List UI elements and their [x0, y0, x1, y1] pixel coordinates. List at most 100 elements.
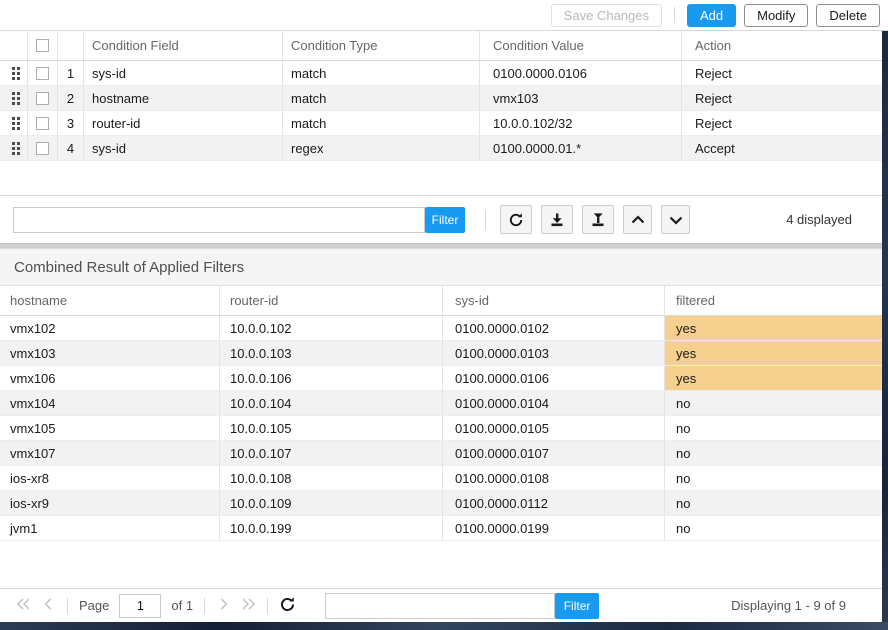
sys-id-cell: 0100.0000.0107 [443, 441, 665, 465]
hostname-cell: ios-xr8 [0, 466, 220, 490]
condition-value-cell: 0100.0000.01.* [480, 136, 682, 160]
page-of-label: of 1 [171, 598, 193, 613]
results-filter-button[interactable]: Filter [555, 593, 599, 619]
hostname-cell: jvm1 [0, 516, 220, 540]
router-id-cell: 10.0.0.199 [220, 516, 443, 540]
drag-dots-icon [12, 67, 15, 70]
table-row[interactable]: vmx102 10.0.0.102 0100.0000.0102 yes [0, 316, 882, 341]
conditions-filter-input[interactable] [13, 207, 425, 233]
drag-handle[interactable] [0, 111, 28, 135]
move-up-button[interactable] [623, 205, 652, 234]
row-checkbox-cell [28, 61, 58, 85]
row-number: 3 [58, 111, 84, 135]
drag-handle[interactable] [0, 136, 28, 160]
row-checkbox-cell [28, 86, 58, 110]
sys-id-cell: 0100.0000.0106 [443, 366, 665, 390]
action-cell: Reject [682, 111, 888, 135]
select-all-checkbox-cell [28, 31, 58, 60]
sys-id-cell: 0100.0000.0112 [443, 491, 665, 515]
action-cell: Reject [682, 86, 888, 110]
top-toolbar: Save Changes Add Modify Delete [0, 0, 888, 30]
router-id-cell: 10.0.0.106 [220, 366, 443, 390]
table-row[interactable]: vmx103 10.0.0.103 0100.0000.0103 yes [0, 341, 882, 366]
column-header-router-id[interactable]: router-id [220, 286, 443, 315]
condition-type-cell: match [283, 61, 480, 85]
add-button[interactable]: Add [687, 4, 736, 27]
first-page-button[interactable] [14, 596, 34, 616]
column-header-condition-type[interactable]: Condition Type [283, 31, 480, 60]
drag-dots-icon [12, 142, 15, 145]
router-id-cell: 10.0.0.102 [220, 316, 443, 340]
prev-page-button[interactable] [38, 596, 58, 616]
condition-field-cell: sys-id [84, 61, 283, 85]
hostname-cell: vmx105 [0, 416, 220, 440]
table-row[interactable]: 2 hostname match vmx103 Reject [0, 86, 888, 111]
hostname-cell: vmx107 [0, 441, 220, 465]
condition-value-cell: vmx103 [480, 86, 682, 110]
pagination-bar: Page of 1 Filter Displaying 1 - 9 of 9 [0, 588, 882, 622]
table-row[interactable]: 1 sys-id match 0100.0000.0106 Reject [0, 61, 888, 86]
router-id-cell: 10.0.0.103 [220, 341, 443, 365]
condition-value-cell: 10.0.0.102/32 [480, 111, 682, 135]
conditions-filter-button[interactable]: Filter [425, 207, 465, 233]
column-header-action[interactable]: Action [682, 31, 888, 60]
table-row[interactable]: 4 sys-id regex 0100.0000.01.* Accept [0, 136, 888, 161]
column-header-condition-value[interactable]: Condition Value [480, 31, 682, 60]
row-checkbox[interactable] [36, 142, 49, 155]
row-checkbox[interactable] [36, 92, 49, 105]
router-id-cell: 10.0.0.104 [220, 391, 443, 415]
modify-button[interactable]: Modify [744, 4, 808, 27]
table-row[interactable]: jvm1 10.0.0.199 0100.0000.0199 no [0, 516, 882, 541]
select-all-checkbox[interactable] [36, 39, 49, 52]
chevron-right-icon [219, 598, 229, 613]
column-header-filtered[interactable]: filtered [665, 286, 882, 315]
column-header-sys-id[interactable]: sys-id [443, 286, 665, 315]
router-id-cell: 10.0.0.105 [220, 416, 443, 440]
page-number-input[interactable] [119, 594, 161, 618]
save-changes-button[interactable]: Save Changes [551, 4, 662, 27]
displaying-status: Displaying 1 - 9 of 9 [731, 598, 846, 613]
table-row[interactable]: ios-xr9 10.0.0.109 0100.0000.0112 no [0, 491, 882, 516]
next-page-button[interactable] [214, 596, 234, 616]
condition-value-cell: 0100.0000.0106 [480, 61, 682, 85]
row-checkbox[interactable] [36, 67, 49, 80]
chevron-left-icon [43, 598, 53, 613]
last-page-button[interactable] [238, 596, 258, 616]
delete-button[interactable]: Delete [816, 4, 880, 27]
refresh-button[interactable] [500, 205, 532, 234]
results-refresh-button[interactable] [277, 596, 297, 616]
drag-dots-icon [12, 117, 15, 120]
table-row[interactable]: vmx107 10.0.0.107 0100.0000.0107 no [0, 441, 882, 466]
row-checkbox-cell [28, 111, 58, 135]
filtered-cell: yes [665, 341, 882, 365]
row-checkbox[interactable] [36, 117, 49, 130]
column-header-condition-field[interactable]: Condition Field [84, 31, 283, 60]
sys-id-cell: 0100.0000.0199 [443, 516, 665, 540]
row-number: 1 [58, 61, 84, 85]
table-row[interactable]: vmx105 10.0.0.105 0100.0000.0105 no [0, 416, 882, 441]
conditions-table-header: Condition Field Condition Type Condition… [0, 31, 888, 61]
row-number: 4 [58, 136, 84, 160]
upload-button[interactable] [582, 205, 614, 234]
table-row[interactable]: 3 router-id match 10.0.0.102/32 Reject [0, 111, 888, 136]
filtered-cell: no [665, 441, 882, 465]
refresh-icon [279, 596, 296, 616]
download-button[interactable] [541, 205, 573, 234]
results-panel-header: Combined Result of Applied Filters [0, 249, 882, 286]
chevron-down-icon [669, 215, 683, 225]
drag-handle[interactable] [0, 61, 28, 85]
filtered-cell: no [665, 491, 882, 515]
conditions-table: Condition Field Condition Type Condition… [0, 30, 888, 161]
move-down-button[interactable] [661, 205, 690, 234]
table-row[interactable]: vmx106 10.0.0.106 0100.0000.0106 yes [0, 366, 882, 391]
table-row[interactable]: ios-xr8 10.0.0.108 0100.0000.0108 no [0, 466, 882, 491]
drag-dots-icon [12, 92, 15, 95]
column-header-hostname[interactable]: hostname [0, 286, 220, 315]
results-filter-input[interactable] [325, 593, 555, 619]
sys-id-cell: 0100.0000.0108 [443, 466, 665, 490]
drag-handle[interactable] [0, 86, 28, 110]
sys-id-cell: 0100.0000.0103 [443, 341, 665, 365]
table-row[interactable]: vmx104 10.0.0.104 0100.0000.0104 no [0, 391, 882, 416]
background-bottom-edge [0, 622, 888, 630]
drag-column-header [0, 31, 28, 60]
